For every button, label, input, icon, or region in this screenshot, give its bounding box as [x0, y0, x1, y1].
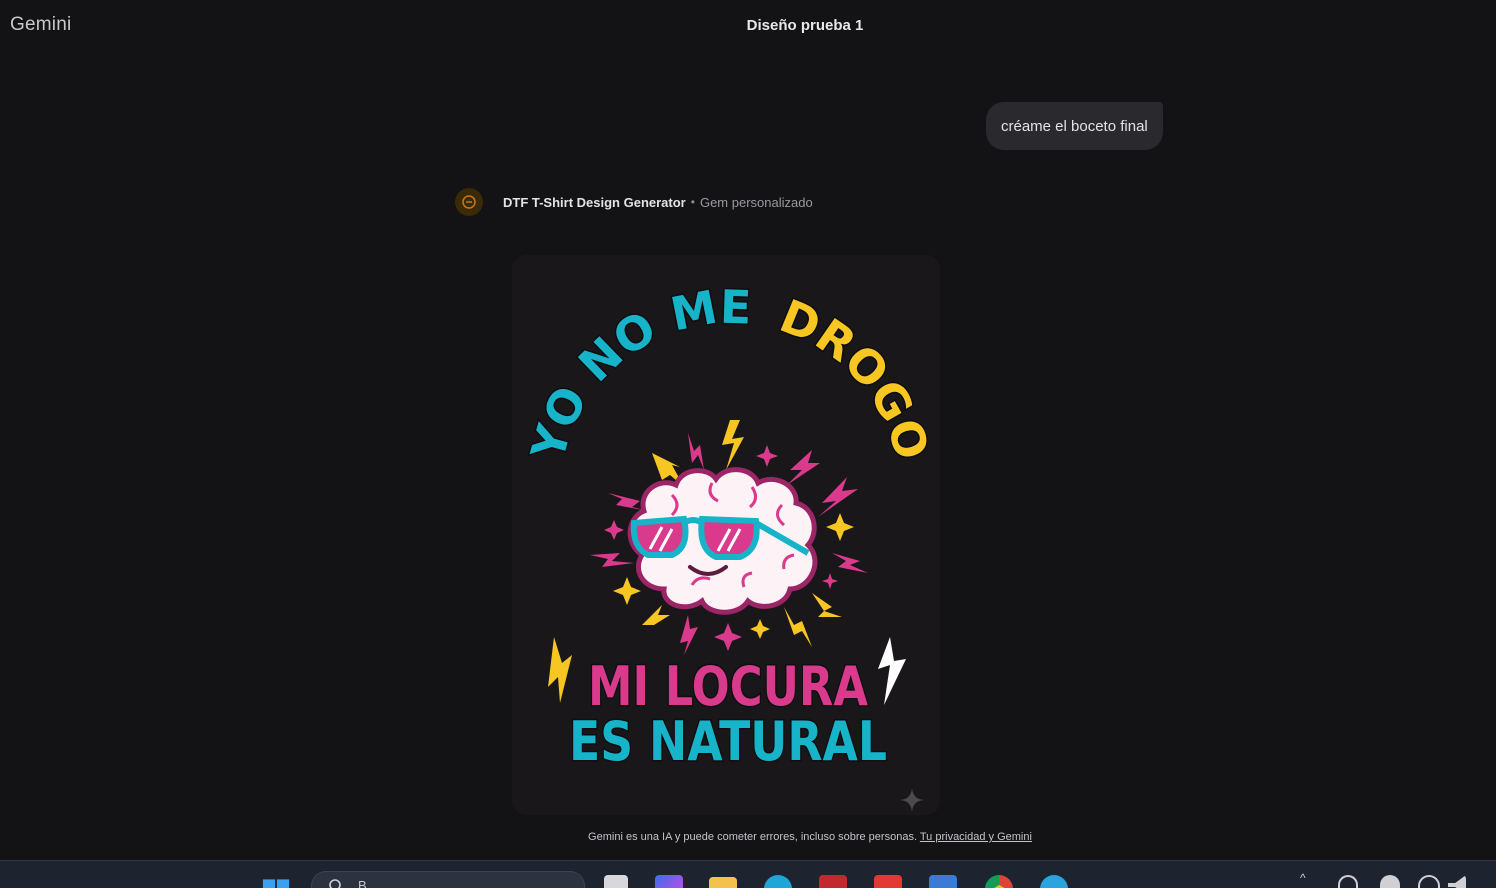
volume-icon[interactable]: [1448, 875, 1466, 888]
design-text-yellow: DROGO: [773, 289, 940, 466]
folder-icon[interactable]: [709, 877, 737, 888]
user-message-bubble: créame el boceto final: [986, 102, 1163, 150]
telegram-icon[interactable]: [1040, 875, 1068, 888]
taskbar-search-text: B: [358, 878, 367, 888]
footer-disclaimer: Gemini es una IA y puede cometer errores…: [0, 831, 1496, 843]
file-icon[interactable]: [604, 875, 628, 888]
disclaimer-text: Gemini es una IA y puede cometer errores…: [588, 831, 917, 843]
gmail-icon[interactable]: [819, 875, 847, 888]
wifi-icon[interactable]: [1418, 875, 1440, 888]
gem-avatar-icon: [455, 188, 483, 216]
privacy-link[interactable]: Tu privacidad y Gemini: [920, 831, 1032, 843]
blue-app-icon[interactable]: [929, 875, 957, 888]
gem-header: DTF T-Shirt Design Generator • Gem perso…: [455, 187, 813, 217]
chevron-up-icon[interactable]: ^: [1300, 871, 1314, 888]
sync-icon[interactable]: [1338, 875, 1358, 888]
search-icon: [329, 879, 341, 888]
design-text-teal: YO NO ME: [520, 280, 752, 467]
edge-icon[interactable]: [764, 875, 792, 888]
taskbar-search[interactable]: B: [311, 871, 585, 888]
windows-start-icon[interactable]: [262, 875, 290, 888]
design-text-middle: MI LOCURA: [588, 655, 868, 718]
chrome-icon[interactable]: [985, 875, 1013, 888]
copilot-icon[interactable]: [655, 875, 683, 888]
gem-type-label: Gem personalizado: [699, 194, 813, 210]
gem-name: DTF T-Shirt Design Generator: [503, 194, 686, 210]
design-text-bottom: ES NATURAL: [569, 710, 887, 773]
gem-separator: •: [690, 195, 695, 209]
brain-character: [627, 467, 818, 615]
cloud-icon[interactable]: [1380, 875, 1400, 888]
windows-taskbar: B ^: [0, 860, 1496, 888]
generated-image[interactable]: YO NO ME DROGO MI LOCURA ES NATURAL: [512, 255, 940, 815]
red-app-icon[interactable]: [874, 875, 902, 888]
conversation-title[interactable]: Diseño prueba 1: [0, 17, 1496, 34]
tshirt-design-graphic: YO NO ME DROGO MI LOCURA ES NATURAL: [519, 278, 940, 774]
top-bar: Gemini Diseño prueba 1: [0, 0, 1496, 52]
gemini-sparkle-icon: [900, 788, 924, 812]
